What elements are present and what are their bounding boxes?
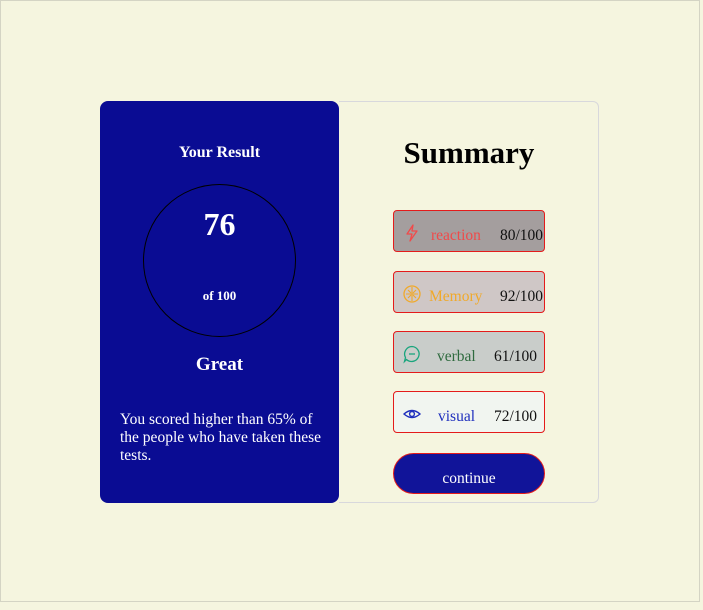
summary-item-verbal: verbal 61/100 — [393, 331, 545, 373]
score-total: of 100 — [202, 288, 237, 303]
result-panel: Your Result 76 of 100 Great You scored h… — [100, 101, 339, 503]
brain-icon — [403, 285, 421, 303]
lightning-icon — [406, 224, 418, 242]
summary-title: Summary — [403, 135, 535, 170]
summary-item-value: 80/100 — [499, 227, 543, 244]
summary-item-label: verbal — [437, 348, 476, 365]
summary-item-value: 92/100 — [499, 288, 543, 305]
summary-item-label: Memory — [429, 288, 483, 305]
continue-button[interactable]: continue — [393, 453, 545, 494]
results-card: Your Result 76 of 100 Great You scored h… — [100, 101, 599, 503]
summary-item-label: reaction — [431, 227, 481, 244]
eye-icon — [402, 409, 422, 419]
summary-item-visual: visual 72/100 — [393, 391, 545, 433]
summary-item-value: 61/100 — [493, 348, 537, 365]
score-value: 76 — [203, 206, 236, 242]
chat-bubble-icon — [403, 345, 420, 364]
result-title: Your Result — [178, 144, 261, 161]
summary-panel: Summary reaction 80/100 Memory 92/100 ve… — [339, 101, 599, 503]
score-circle: 76 of 100 — [143, 184, 296, 337]
continue-button-label: continue — [442, 470, 496, 487]
summary-item-reaction: reaction 80/100 — [393, 210, 545, 252]
grade-label: Great — [195, 354, 244, 375]
result-description: You scored higher than 65% of the people… — [120, 411, 321, 464]
summary-item-memory: Memory 92/100 — [393, 271, 545, 313]
summary-item-value: 72/100 — [493, 408, 537, 425]
summary-item-label: visual — [438, 408, 476, 425]
